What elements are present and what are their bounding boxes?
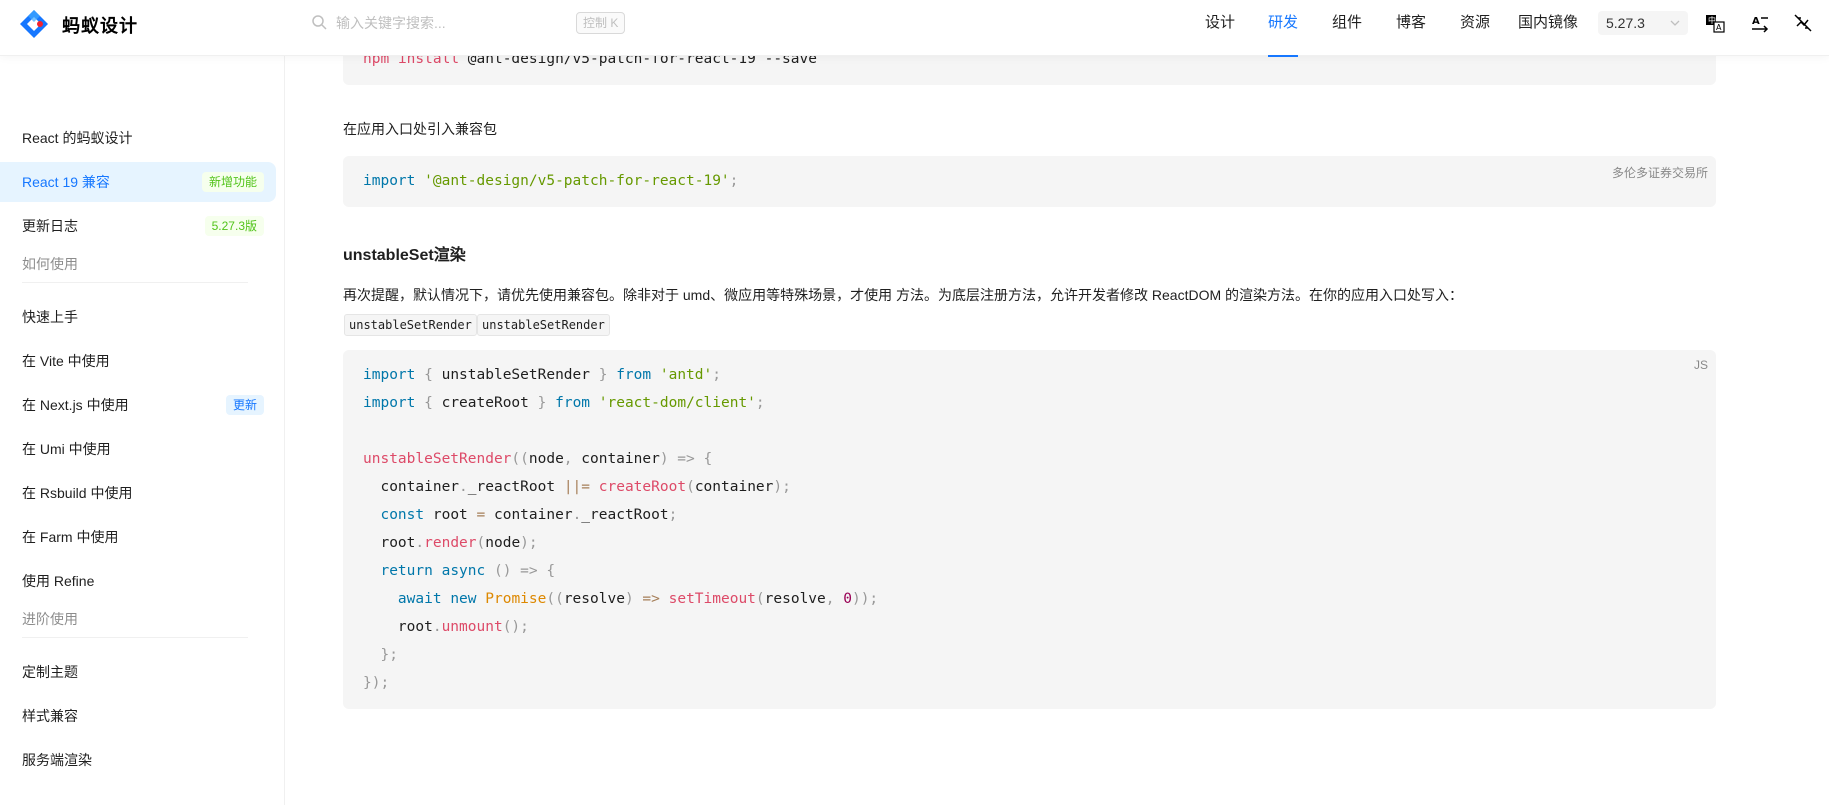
sidebar-item-react19-compat[interactable]: React 19 兼容 新增功能: [0, 162, 276, 202]
nav-resources[interactable]: 资源: [1460, 0, 1490, 55]
version-value: 5.27.3: [1606, 15, 1645, 31]
sidebar-item-label: React 的蚂蚁设计: [22, 130, 133, 146]
nav-components[interactable]: 组件: [1332, 0, 1362, 55]
inline-code: unstableSetRender: [477, 314, 610, 336]
sidebar-item-label: 使用 Refine: [22, 573, 95, 589]
motion-toggle-icon[interactable]: [1792, 12, 1814, 34]
language-switch-icon[interactable]: 中 A: [1704, 12, 1726, 34]
code-line: await new Promise((resolve) => setTimeou…: [397, 591, 879, 607]
inline-code: unstableSetRender: [344, 314, 477, 336]
sidebar-item-label: 在 Farm 中使用: [22, 529, 119, 545]
code-line: unstableSetRender((node, container) => {: [363, 451, 713, 467]
sidebar-item-use-with-farm[interactable]: 在 Farm 中使用: [0, 517, 276, 557]
sidebar-menu: React 的蚂蚁设计 React 19 兼容 新增功能 更新日志 5.27.3…: [0, 56, 285, 805]
sidebar-item-use-with-vite[interactable]: 在 Vite 中使用: [0, 341, 276, 381]
brand-name[interactable]: 蚂蚁设计: [62, 12, 138, 38]
sidebar-item-label: 定制主题: [22, 664, 78, 680]
nav-mirror[interactable]: 国内镜像: [1518, 0, 1578, 55]
paragraph-unstable-render: 再次提醒，默认情况下，请优先使用兼容包。除非对于 umd、微应用等特殊场景，才使…: [343, 287, 1464, 303]
search-input[interactable]: [334, 10, 558, 36]
new-feature-tag: 新增功能: [201, 172, 264, 192]
sidebar-item-ssr[interactable]: 服务端渲染: [0, 740, 276, 780]
sidebar-item-changelog[interactable]: 更新日志 5.27.3版: [0, 206, 276, 246]
sidebar-item-label: 样式兼容: [22, 708, 78, 724]
code-language-label: 多伦多证券交易所: [1611, 166, 1708, 180]
sidebar-item-label: 更新日志: [22, 218, 78, 234]
svg-text:A: A: [1716, 23, 1722, 32]
sidebar-item-label: 在 Vite 中使用: [22, 353, 110, 369]
code-line: root.unmount();: [397, 619, 529, 635]
top-header: 蚂蚁设计 控制 K 设计 研发 组件 博客 资源 国内镜像 5.27.3 中 A…: [0, 0, 1829, 57]
sidebar-item-label: 在 Umi 中使用: [22, 441, 111, 457]
sidebar-item-label: 服务端渲染: [22, 752, 92, 768]
chevron-down-icon: [1670, 20, 1680, 26]
import-code-block: 多伦多证券交易所 import '@ant-design/v5-patch-fo…: [343, 156, 1716, 207]
code-line: import { unstableSetRender } from 'antd'…: [363, 367, 721, 383]
section-heading: unstableSet渲染: [343, 247, 466, 264]
sidebar-item-style-compat[interactable]: 样式兼容: [0, 696, 276, 736]
paragraph-import-patch: 在应用入口处引入兼容包: [343, 121, 497, 137]
code-line: return async () => {: [380, 563, 556, 579]
nav-design[interactable]: 设计: [1205, 0, 1235, 55]
code-language-label: JS: [1693, 358, 1708, 372]
search-shortcut-hint: 控制 K: [576, 12, 626, 34]
js-code-block: JS import { unstableSetRender } from 'an…: [343, 350, 1716, 709]
version-select[interactable]: 5.27.3: [1598, 11, 1688, 35]
code-line: };: [380, 647, 398, 663]
nav-blog[interactable]: 博客: [1396, 0, 1426, 55]
sidebar-group-how-to-use: 如何使用: [22, 246, 248, 283]
sidebar-item-label: 在 Next.js 中使用: [22, 397, 129, 413]
sidebar-item-use-with-nextjs[interactable]: 在 Next.js 中使用 更新: [0, 385, 276, 425]
sidebar-group-advanced: 进阶使用: [22, 601, 248, 638]
svg-text:A: A: [1752, 16, 1760, 27]
search-icon: [312, 15, 327, 30]
updated-tag: 更新: [225, 395, 264, 415]
code-line: });: [363, 675, 390, 691]
code-line: const root = container._reactRoot;: [380, 507, 678, 523]
version-tag: 5.27.3版: [204, 216, 264, 236]
sidebar-item-ant-design-of-react[interactable]: React 的蚂蚁设计: [0, 118, 276, 158]
code-line: import '@ant-design/v5-patch-for-react-1…: [363, 173, 739, 189]
sidebar-item-customize-theme[interactable]: 定制主题: [0, 652, 276, 692]
sidebar-item-use-with-refine[interactable]: 使用 Refine: [0, 561, 276, 601]
code-line: root.render(node);: [380, 535, 538, 551]
nav-development[interactable]: 研发: [1268, 0, 1299, 57]
text-direction-icon[interactable]: A: [1749, 12, 1771, 34]
code-line: import { createRoot } from 'react-dom/cl…: [363, 395, 765, 411]
ant-design-logo-icon[interactable]: [18, 8, 50, 40]
sidebar-item-label: 快速上手: [22, 309, 78, 325]
sidebar-item-getting-started[interactable]: 快速上手: [0, 297, 276, 337]
sidebar-item-label: React 19 兼容: [22, 174, 110, 190]
code-line: container._reactRoot ||= createRoot(cont…: [380, 479, 791, 495]
sidebar-item-label: 在 Rsbuild 中使用: [22, 485, 133, 501]
sidebar-item-use-with-umi[interactable]: 在 Umi 中使用: [0, 429, 276, 469]
sidebar-item-use-with-rsbuild[interactable]: 在 Rsbuild 中使用: [0, 473, 276, 513]
